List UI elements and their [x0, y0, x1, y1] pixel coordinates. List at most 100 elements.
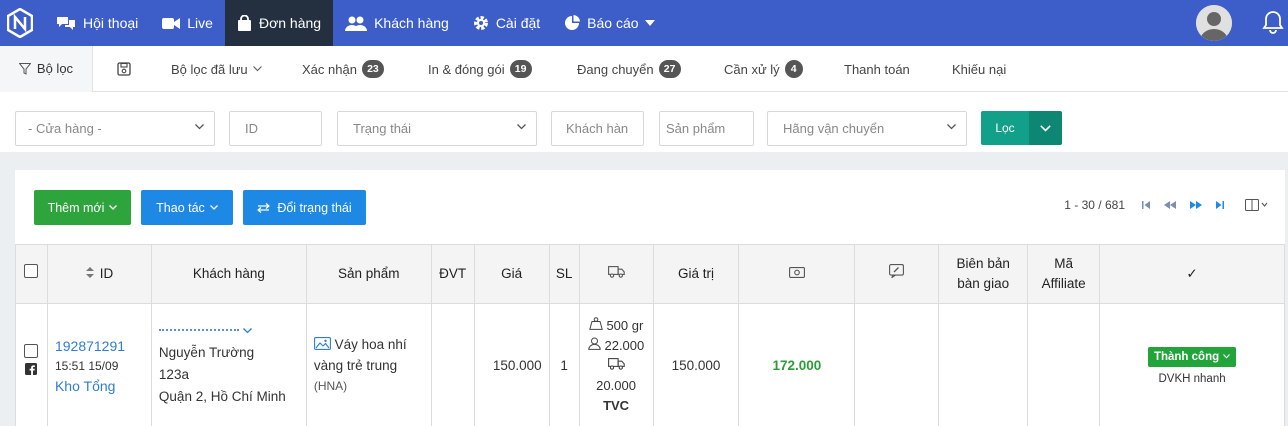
- app-logo-icon[interactable]: [2, 0, 38, 46]
- col-qty: SL: [548, 244, 580, 304]
- users-icon: [345, 16, 368, 31]
- filter-label: Bộ lọc: [36, 61, 74, 76]
- gear-icon: [473, 16, 488, 30]
- person-icon: [588, 337, 601, 350]
- tab-print-pack[interactable]: In & đóng gói 19: [428, 46, 532, 92]
- col-id-label: ID: [99, 266, 114, 281]
- weight-icon: [588, 316, 603, 330]
- col-status: ✓: [1099, 244, 1285, 304]
- add-new-label: Thêm mới: [47, 200, 105, 215]
- status-note: DVKH nhanh: [1158, 372, 1226, 385]
- user-avatar[interactable]: [1196, 5, 1232, 41]
- tab-count-badge: 27: [658, 60, 681, 78]
- tab-label: Xác nhận: [302, 61, 357, 77]
- orders-panel: Thêm mới Thao tác Đổi trạng thái 1 - 30 …: [15, 170, 1285, 426]
- nav-label: Live: [187, 15, 213, 31]
- status-select[interactable]: Trạng thái: [337, 111, 537, 146]
- product-input[interactable]: Sản phẩm: [659, 111, 754, 146]
- nav-item-customers[interactable]: Khách hàng: [333, 0, 461, 46]
- tab-label: In & đóng gói: [428, 61, 505, 77]
- change-status-button[interactable]: Đổi trạng thái: [243, 190, 366, 225]
- truck-icon: [607, 266, 625, 278]
- chevron-down-icon: [109, 205, 118, 210]
- save-filter-button[interactable]: [93, 46, 155, 92]
- prev-page-icon[interactable]: [1163, 200, 1177, 210]
- tab-confirm[interactable]: Xác nhận 23: [302, 46, 384, 92]
- affiliate-cell: [1027, 303, 1101, 426]
- id-input[interactable]: ID: [229, 111, 322, 146]
- bell-icon[interactable]: [1262, 10, 1284, 37]
- tab-label: Khiếu nại: [952, 61, 1007, 77]
- col-affiliate-line2: Affiliate: [1041, 276, 1086, 291]
- store-select[interactable]: - Cửa hàng -: [15, 111, 215, 146]
- tab-complaints[interactable]: Khiếu nại: [952, 46, 1006, 92]
- last-page-icon[interactable]: [1215, 200, 1225, 210]
- package-weight: 500 gr: [606, 317, 644, 333]
- order-time: 15:51 15/09: [54, 358, 119, 373]
- filter-options-dropdown[interactable]: [1029, 111, 1062, 145]
- saved-filters-dropdown[interactable]: Bộ lọc đã lưu: [171, 46, 262, 92]
- pie-chart-icon: [565, 15, 581, 30]
- chat-icon: [57, 17, 75, 30]
- warehouse-link[interactable]: Kho Tổng: [55, 376, 151, 396]
- change-status-label: Đổi trạng thái: [277, 200, 352, 215]
- nav-item-live[interactable]: Live: [150, 0, 225, 46]
- customer-input[interactable]: Khách hàn: [551, 111, 644, 146]
- price-cell: 150.000: [473, 303, 550, 426]
- status-dropdown[interactable]: Thành công: [1147, 346, 1237, 367]
- money-icon: [788, 267, 805, 278]
- status-select-placeholder: Trạng thái: [353, 121, 412, 136]
- tab-shipping[interactable]: Đang chuyển 27: [577, 46, 681, 92]
- order-id-link[interactable]: 192871291: [55, 336, 151, 356]
- id-input-placeholder: ID: [245, 121, 258, 136]
- select-all-checkbox[interactable]: [24, 264, 39, 278]
- status-cell: Thành công DVKH nhanh: [1099, 303, 1285, 426]
- nav-item-settings[interactable]: Cài đặt: [461, 0, 552, 46]
- customer-name: Nguyễn Trường: [158, 344, 255, 360]
- column-layout-icon[interactable]: [1245, 199, 1269, 211]
- tab-payment[interactable]: Thanh toán: [844, 46, 910, 92]
- tab-count-badge: 4: [784, 60, 803, 78]
- tab-count-badge: 23: [361, 60, 384, 78]
- col-handover: Biên bản bàn giao: [938, 244, 1029, 304]
- funnel-icon: [18, 62, 31, 75]
- tab-needs-action[interactable]: Cần xử lý 4: [724, 46, 803, 92]
- col-cash: [738, 244, 856, 304]
- col-id[interactable]: ID: [46, 244, 152, 304]
- phone-masked: [158, 328, 239, 331]
- handover-cell: [938, 303, 1029, 426]
- next-page-icon[interactable]: [1189, 200, 1203, 210]
- carrier-select[interactable]: Hãng vận chuyển: [767, 111, 967, 146]
- product-code: (HNA): [313, 379, 348, 393]
- unit-cell: [430, 303, 475, 426]
- carrier-code: TVC: [603, 397, 630, 413]
- operations-button[interactable]: Thao tác: [141, 190, 233, 225]
- filter-toggle-button[interactable]: Bộ lọc: [0, 45, 93, 92]
- chevron-down-icon: [1223, 354, 1231, 359]
- col-handover-line1: Biên bản: [956, 256, 1010, 271]
- product-input-placeholder: Sản phẩm: [666, 121, 726, 136]
- store-select-placeholder: - Cửa hàng -: [28, 121, 102, 136]
- first-page-icon[interactable]: [1141, 200, 1151, 210]
- nav-item-conversations[interactable]: Hội thoại: [44, 0, 150, 46]
- add-new-button[interactable]: Thêm mới: [34, 190, 131, 225]
- apply-filter-button[interactable]: Lọc: [981, 111, 1029, 145]
- order-status-tabs: Bộ lọc Bộ lọc đã lưu Xác nhận 23 In & đó…: [0, 45, 1288, 92]
- phone-row[interactable]: [158, 324, 306, 340]
- nav-item-reports[interactable]: Báo cáo: [552, 0, 666, 46]
- col-affiliate: Mã Affiliate: [1027, 244, 1101, 304]
- table-row[interactable]: 192871291 15:51 15/09 Kho Tổng Nguyễn Tr…: [15, 303, 1285, 426]
- product-name-line1[interactable]: Váy hoa nhí: [335, 337, 407, 352]
- facebook-icon: [16, 363, 47, 378]
- chevron-down-icon: [517, 124, 526, 130]
- nav-label: Báo cáo: [587, 15, 639, 31]
- shipping-fee: 20.000: [596, 377, 636, 393]
- pagination: 1 - 30 / 681: [1064, 198, 1269, 212]
- qty-cell: 1: [548, 303, 580, 426]
- note-cell: [854, 303, 940, 426]
- row-checkbox[interactable]: [24, 344, 39, 358]
- col-affiliate-line1: Mã: [1054, 256, 1073, 271]
- value-cell: 150.000: [652, 303, 740, 426]
- chevron-down-icon: [252, 66, 262, 72]
- nav-item-orders[interactable]: Đơn hàng: [224, 0, 334, 46]
